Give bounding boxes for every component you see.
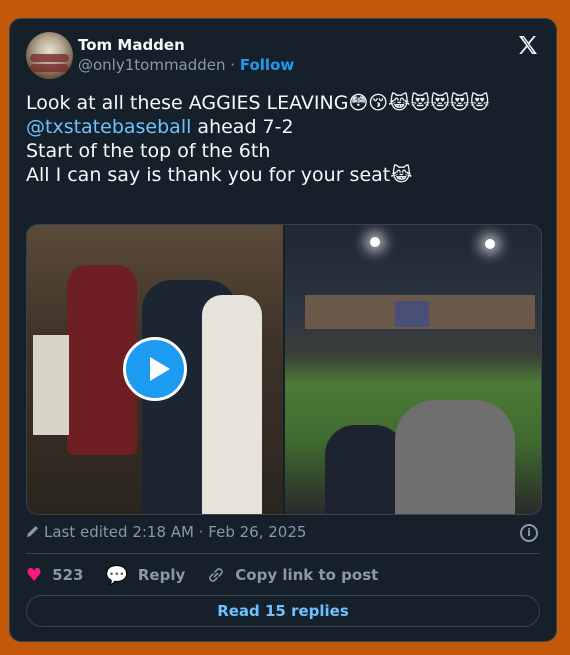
reply-label: Reply bbox=[137, 566, 186, 584]
like-button[interactable]: ♥ 523 bbox=[26, 565, 83, 586]
author-handle-line: @only1tommadden · Follow bbox=[78, 56, 294, 74]
last-edited-line: Last edited 2:18 AM · Feb 26, 2025 bbox=[26, 523, 306, 541]
tweet-line-4: All I can say is thank you for your seat… bbox=[26, 164, 413, 186]
link-icon bbox=[209, 568, 224, 582]
video-media[interactable] bbox=[26, 224, 542, 515]
avatar-detail bbox=[30, 54, 69, 62]
pencil-icon bbox=[27, 526, 38, 537]
fan-shape bbox=[325, 425, 405, 514]
scoreboard bbox=[395, 301, 429, 327]
person-shape bbox=[202, 295, 262, 514]
play-icon[interactable] bbox=[123, 337, 187, 401]
author-handle[interactable]: @only1tommadden bbox=[78, 56, 226, 74]
tweet-card: Tom Madden @only1tommadden · Follow Look… bbox=[9, 18, 557, 642]
mention-link[interactable]: @txstatebaseball bbox=[26, 116, 191, 138]
tweet-line-2-rest: ahead 7-2 bbox=[191, 116, 294, 138]
avatar-detail bbox=[30, 64, 69, 72]
read-replies-button[interactable]: Read 15 replies bbox=[26, 595, 540, 627]
copy-link-label: Copy link to post bbox=[235, 566, 379, 584]
tweet-line-3: Start of the top of the 6th bbox=[26, 140, 271, 162]
divider bbox=[26, 553, 540, 554]
x-logo-icon[interactable] bbox=[516, 33, 540, 57]
tweet-line-1: Look at all these AGGIES LEAVING😳😚😹😻😻😻😻 bbox=[26, 92, 490, 114]
tweet-text: Look at all these AGGIES LEAVING😳😚😹😻😻😻😻 … bbox=[26, 91, 541, 187]
reply-bubble-icon: 💬 bbox=[105, 564, 128, 586]
action-bar: ♥ 523 💬 Reply Copy link to post bbox=[26, 564, 400, 586]
like-count: 523 bbox=[52, 566, 84, 584]
video-frame-right bbox=[285, 225, 541, 514]
heart-icon: ♥ bbox=[26, 564, 43, 586]
stadium-light bbox=[370, 237, 380, 247]
author-name[interactable]: Tom Madden bbox=[78, 36, 185, 54]
last-edited-text[interactable]: Last edited 2:18 AM · Feb 26, 2025 bbox=[44, 523, 306, 541]
stadium-light bbox=[485, 239, 495, 249]
info-icon[interactable]: i bbox=[520, 524, 538, 542]
sign-shape bbox=[33, 335, 69, 435]
avatar[interactable] bbox=[26, 32, 73, 79]
fan-shape bbox=[395, 400, 515, 514]
reply-button[interactable]: 💬 Reply bbox=[105, 565, 185, 586]
separator: · bbox=[225, 56, 240, 74]
follow-button[interactable]: Follow bbox=[240, 56, 294, 74]
copy-link-button[interactable]: Copy link to post bbox=[207, 566, 378, 584]
